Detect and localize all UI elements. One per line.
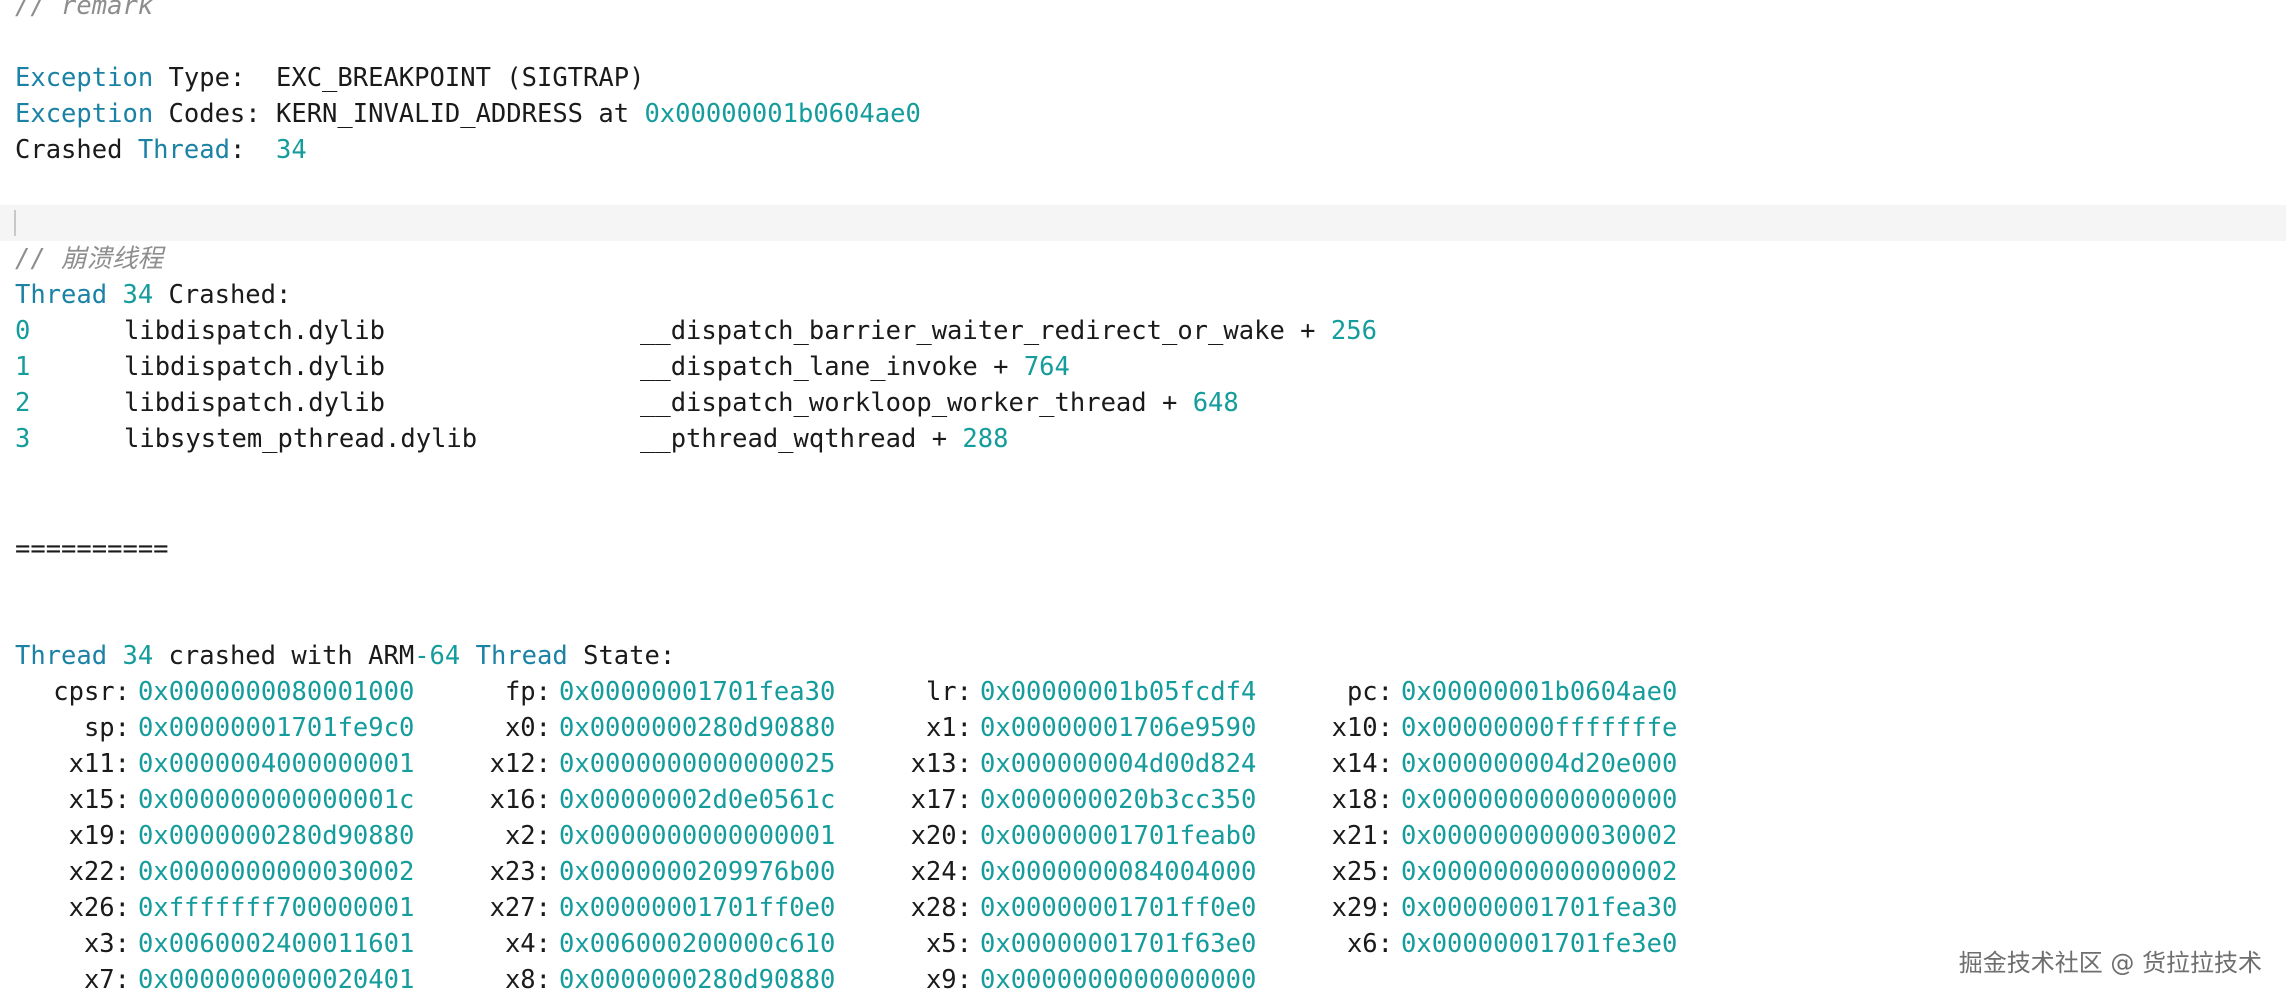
frame-symbol: __dispatch_workloop_worker_thread + <box>640 388 1193 418</box>
stack-frame: 3 libsystem_pthread.dylib __pthread_wqth… <box>0 421 2286 457</box>
crashed-thread-line: Crashed Thread: 34 <box>0 132 2286 168</box>
register-value: 0x0000000000000000 <box>1401 785 1678 815</box>
register-name: x14: <box>1331 749 1393 779</box>
crashed-thread-number: 34 <box>276 135 307 165</box>
register-name: x25: <box>1331 857 1393 887</box>
exception-type-text: Exception Type: EXC_BREAKPOINT (SIGTRAP) <box>15 60 644 96</box>
register-value: 0x0000000000030002 <box>1401 821 1678 851</box>
thread-state-header-text: Thread 34 crashed with ARM-64 Thread Sta… <box>15 638 675 674</box>
code-editor[interactable]: // remark Exception Type: EXC_BREAKPOINT… <box>0 0 2286 1000</box>
frame-library: libdispatch.dylib <box>124 352 385 382</box>
register-name: pc: <box>1346 677 1393 707</box>
frame-symbol: __dispatch_barrier_waiter_redirect_or_wa… <box>640 316 1331 346</box>
register-value: 0x0000000000000000 <box>980 965 1257 995</box>
exception-keyword: Exception <box>15 99 154 129</box>
register-name: x9: <box>925 965 972 995</box>
register-row: x11: 0x0000004000000001 x12: 0x000000000000… <box>0 746 2286 782</box>
register-value: 0x000000004d20e000 <box>1401 749 1678 779</box>
remark-comment: // remark <box>0 0 2286 24</box>
exception-type-value: Type: EXC_BREAKPOINT (SIGTRAP) <box>153 63 645 93</box>
exception-address: 0x00000001b0604ae0 <box>644 99 921 129</box>
thread-state-header: Thread 34 crashed with ARM-64 Thread Sta… <box>0 638 2286 674</box>
exception-codes-line: Exception Codes: KERN_INVALID_ADDRESS at… <box>0 96 2286 132</box>
register-row: sp: 0x00000001701fe9c0 x0: 0x0000000280d908… <box>0 710 2286 746</box>
thread-keyword: Thread <box>15 280 108 310</box>
frame-symbol: __pthread_wqthread + <box>640 424 963 454</box>
thread-crashed-header-text: Thread 34 Crashed: <box>15 277 291 313</box>
frame-symbol-text: __pthread_wqthread + 288 <box>640 421 1008 457</box>
watermark: 掘金技术社区 @ 货拉拉技术 <box>1958 949 2262 977</box>
frame-index: 0 <box>15 316 31 346</box>
crashed-thread-text: Crashed Thread: 34 <box>15 132 307 168</box>
register-name: x18: <box>1331 785 1393 815</box>
register-name: x21: <box>1331 821 1393 851</box>
crashed-colon: : <box>229 135 277 165</box>
register-row: x7: 0x0000000000020401 x8: 0x0000000280d908… <box>0 962 2286 998</box>
crashed-label: Crashed <box>15 135 138 165</box>
frame-symbol-text: __dispatch_workloop_worker_thread + 648 <box>640 385 1239 421</box>
register-row: x15: 0x000000000000001c x16: 0x00000002d0e0… <box>0 782 2286 818</box>
frame-index: 2 <box>15 388 31 418</box>
crashed-suffix: Crashed: <box>153 280 292 310</box>
remark-comment-text: // remark <box>15 0 154 21</box>
exception-codes-value: Codes: KERN_INVALID_ADDRESS at <box>153 99 645 129</box>
crashed-with-text: crashed with ARM <box>153 641 415 671</box>
frame-library: libdispatch.dylib <box>124 388 385 418</box>
separator-text: ========== <box>15 534 169 564</box>
register-row: x3: 0x0060002400011601 x4: 0x006000200000c6… <box>0 926 2286 962</box>
frame-offset: 288 <box>962 424 1009 454</box>
thread-number: 34 <box>107 641 154 671</box>
arch-bits: -64 <box>414 641 461 671</box>
thread-keyword: Thread <box>15 641 108 671</box>
frame-offset: 648 <box>1192 388 1239 418</box>
crash-thread-comment-text: // 崩溃线程 <box>15 244 164 274</box>
thread-keyword: Thread <box>137 135 230 165</box>
text-caret <box>14 210 16 236</box>
register-value: 0x00000000fffffffe <box>1401 713 1678 743</box>
exception-keyword: Exception <box>15 63 154 93</box>
separator-line: ========== <box>0 531 2286 567</box>
register-value: 0x0000000000000002 <box>1401 857 1678 887</box>
frame-index: 3 <box>15 424 31 454</box>
frame-symbol-text: __dispatch_barrier_waiter_redirect_or_wa… <box>640 313 1377 349</box>
register-row: x22: 0x0000000000030002 x23: 0x000000020997… <box>0 854 2286 890</box>
active-line[interactable] <box>0 205 2286 241</box>
exception-codes-text: Exception Codes: KERN_INVALID_ADDRESS at… <box>15 96 921 132</box>
register-name: x6: <box>1346 929 1393 959</box>
frame-library: libsystem_pthread.dylib <box>124 424 478 454</box>
frame-index: 1 <box>15 352 31 382</box>
register-name: x10: <box>1331 713 1393 743</box>
register-row: x19: 0x0000000280d90880 x2: 0x0000000000000… <box>0 818 2286 854</box>
thread-number: 34 <box>107 280 154 310</box>
thread-keyword: Thread <box>475 641 568 671</box>
register-value: 0x00000001701fea30 <box>1401 893 1678 923</box>
register-value: 0x00000001701fe3e0 <box>1401 929 1678 959</box>
register-row: cpsr: 0x0000000080001000 fp: 0x00000001701f… <box>0 674 2286 710</box>
frame-symbol: __dispatch_lane_invoke + <box>640 352 1024 382</box>
frame-offset: 764 <box>1023 352 1070 382</box>
crash-thread-comment: // 崩溃线程 <box>0 241 2286 277</box>
register-row: x26: 0xfffffff700000001 x27: 0x00000001701f… <box>0 890 2286 926</box>
stack-frame: 1 libdispatch.dylib __dispatch_lane_invo… <box>0 349 2286 385</box>
register-value: 0x00000001b0604ae0 <box>1401 677 1678 707</box>
thread-crashed-header: Thread 34 Crashed: <box>0 277 2286 313</box>
state-suffix: State: <box>567 641 676 671</box>
stack-frame: 0 libdispatch.dylib __dispatch_barrier_w… <box>0 313 2286 349</box>
frame-offset: 256 <box>1330 316 1377 346</box>
exception-type-line: Exception Type: EXC_BREAKPOINT (SIGTRAP) <box>0 60 2286 96</box>
register-name: x29: <box>1331 893 1393 923</box>
frame-library: libdispatch.dylib <box>124 316 385 346</box>
stack-frame: 2 libdispatch.dylib __dispatch_workloop_… <box>0 385 2286 421</box>
frame-symbol-text: __dispatch_lane_invoke + 764 <box>640 349 1070 385</box>
